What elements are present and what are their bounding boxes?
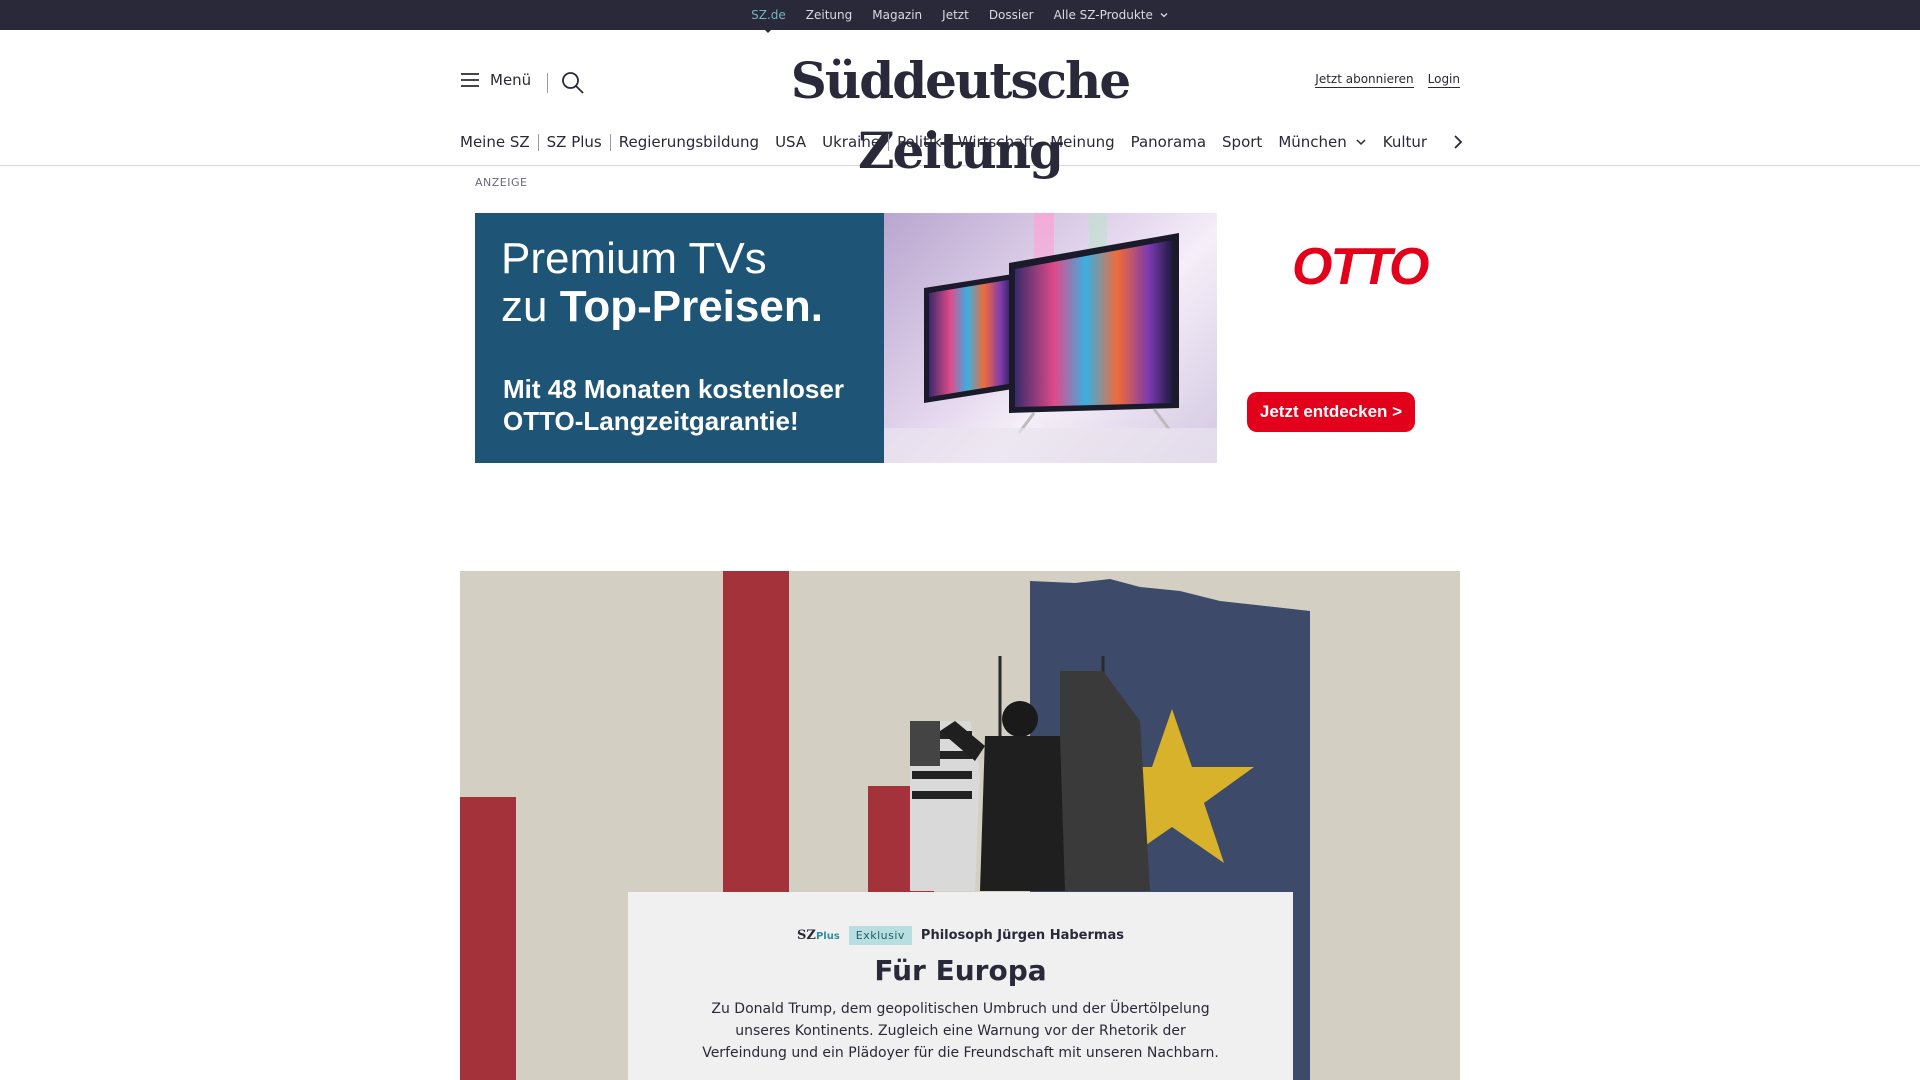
ad-cta-button[interactable]: Jetzt entdecken >	[1247, 392, 1415, 432]
login-link[interactable]: Login	[1427, 72, 1460, 88]
ad-subline: Mit 48 Monaten kostenloser OTTO-Langzeit…	[503, 374, 844, 436]
ad-headline-line1: Premium TVs	[501, 234, 767, 283]
nav-item-sz-plus[interactable]: SZ Plus	[539, 133, 610, 151]
nav-item-meinung[interactable]: Meinung	[1042, 133, 1122, 151]
nav-item-panorama[interactable]: Panorama	[1123, 133, 1214, 151]
account-links: Jetzt abonnieren Login	[1315, 72, 1460, 88]
nav-item-usa[interactable]: USA	[767, 133, 814, 151]
subscribe-link[interactable]: Jetzt abonnieren	[1315, 72, 1414, 88]
site-logo[interactable]: Süddeutsche Zeitung	[720, 46, 1200, 180]
ad-tv-photo	[884, 213, 1217, 463]
product-link-jetzt[interactable]: Jetzt	[942, 8, 969, 22]
ad-headline-prefix: zu	[501, 282, 560, 331]
all-products-label: Alle SZ-Produkte	[1053, 8, 1153, 22]
ad-brand-panel: OTTO Jetzt entdecken >	[1217, 213, 1451, 463]
chevron-down-icon	[1356, 139, 1366, 146]
article-headline[interactable]: Für Europa	[628, 954, 1293, 987]
product-link-szde[interactable]: SZ.de	[751, 8, 786, 33]
site-header: Menü Süddeutsche Zeitung Jetzt abonniere…	[0, 30, 1920, 180]
sz-plus-suffix: Plus	[815, 931, 840, 942]
search-icon[interactable]	[560, 70, 586, 96]
nav-item-muenchen[interactable]: München	[1270, 133, 1374, 151]
chevron-down-icon	[1160, 13, 1168, 18]
otto-logo: OTTO	[1292, 238, 1429, 296]
nav-item-ukraine[interactable]: Ukraine	[814, 133, 888, 151]
article-teaser-text: Zu Donald Trump, dem geopolitischen Umbr…	[702, 1001, 1219, 1061]
nav-item-meine-sz[interactable]: Meine SZ	[460, 133, 538, 151]
ad-headline: Premium TVs zu Top-Preisen.	[501, 235, 823, 331]
exclusive-badge: Exklusiv	[848, 926, 912, 945]
product-bar: SZ.de Zeitung Magazin Jetzt Dossier Alle…	[0, 0, 1920, 33]
article-kicker: SZPlus Exklusiv Philosoph Jürgen Haberma…	[628, 926, 1293, 945]
nav-item-politik[interactable]: Politik	[889, 133, 950, 151]
nav-item-regierungsbildung[interactable]: Regierungsbildung	[611, 133, 767, 151]
kicker-text: Philosoph Jürgen Habermas	[920, 928, 1124, 943]
product-bar-links: SZ.de Zeitung Magazin Jetzt Dossier Alle…	[0, 0, 1920, 33]
nav-item-kultur[interactable]: Kultur	[1375, 133, 1435, 151]
chevron-right-icon[interactable]	[1446, 130, 1470, 154]
nav-item-sport[interactable]: Sport	[1214, 133, 1270, 151]
product-link-zeitung[interactable]: Zeitung	[806, 8, 852, 22]
hamburger-icon	[461, 73, 479, 87]
menu-button[interactable]: Menü	[460, 71, 531, 89]
product-link-magazin[interactable]: Magazin	[872, 8, 922, 22]
product-link-dossier[interactable]: Dossier	[989, 8, 1034, 22]
advertisement-banner[interactable]: Premium TVs zu Top-Preisen. Mit 48 Monat…	[475, 213, 1451, 463]
sz-plus-logo: SZPlus	[797, 928, 840, 943]
header-divider	[547, 73, 548, 93]
nav-item-wirtschaft[interactable]: Wirtschaft	[950, 133, 1042, 151]
menu-label: Menü	[490, 71, 532, 89]
ad-text-panel: Premium TVs zu Top-Preisen. Mit 48 Monat…	[475, 213, 884, 463]
ad-label: ANZEIGE	[475, 176, 528, 189]
ad-headline-bold: Top-Preisen.	[559, 282, 823, 331]
section-nav: Meine SZ SZ Plus Regierungsbildung USA U…	[460, 122, 1460, 162]
nav-item-muenchen-label: München	[1278, 133, 1347, 151]
ad-headline-line2: zu Top-Preisen.	[501, 283, 823, 331]
lead-article-card[interactable]: SZPlus Exklusiv Philosoph Jürgen Haberma…	[628, 892, 1293, 1080]
sz-plus-brand: SZ	[797, 928, 816, 943]
tv-illustration	[884, 213, 1217, 463]
product-link-all-products[interactable]: Alle SZ-Produkte	[1054, 8, 1169, 22]
